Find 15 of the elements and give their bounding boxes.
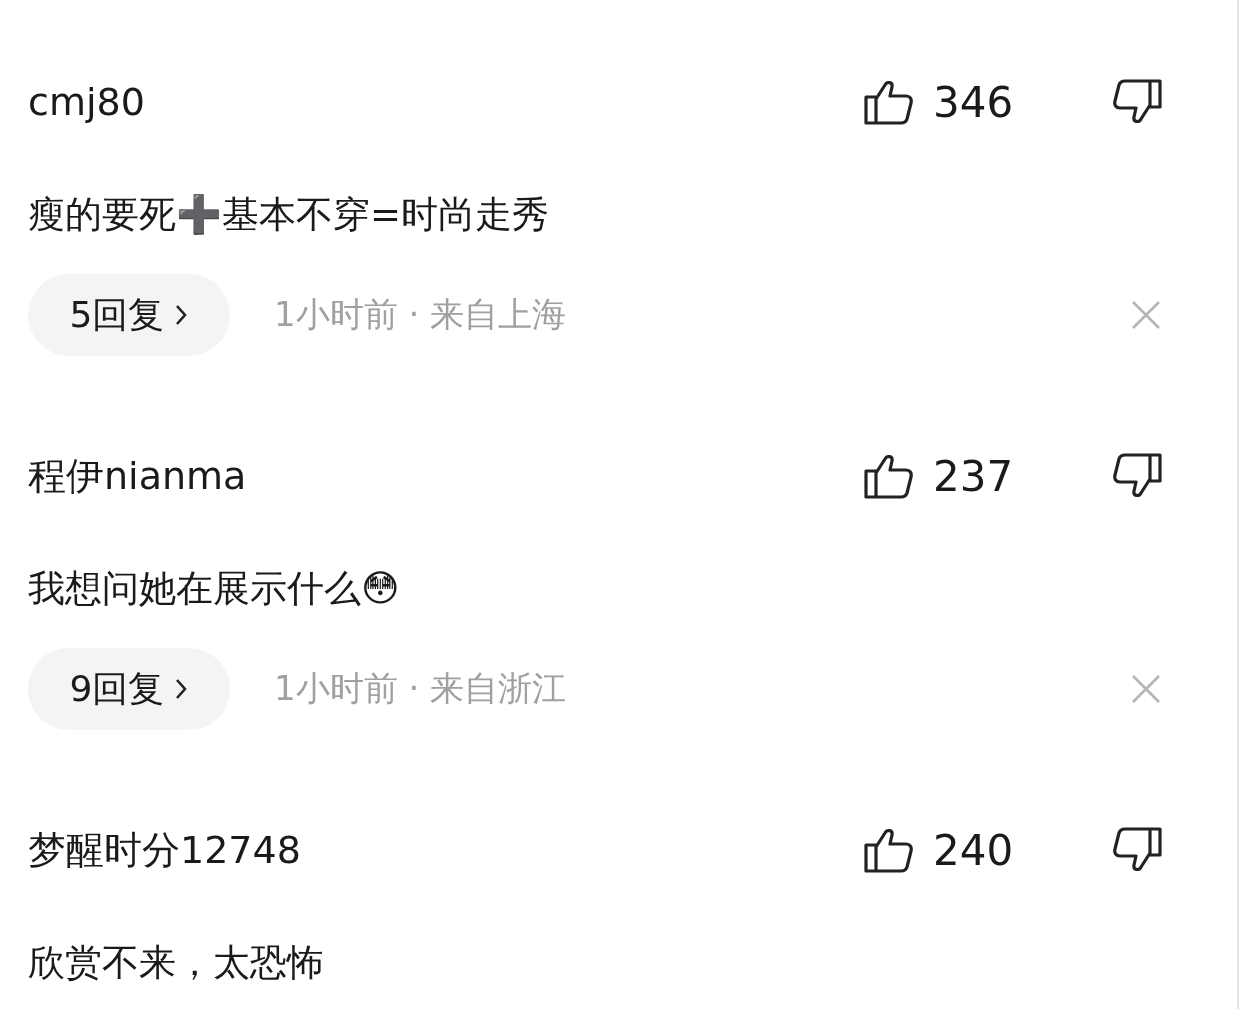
comment-meta: 1小时前 · 来自浙江 [274, 667, 568, 710]
chevron-right-icon [174, 677, 189, 701]
replies-button[interactable]: 9回复 [28, 648, 230, 730]
comment-text: 我想问她在展示什么😳 [28, 566, 401, 612]
like-count: 346 [933, 77, 1015, 127]
replies-button[interactable]: 5回复 [28, 274, 230, 356]
comment-meta: 1小时前 · 来自上海 [274, 293, 568, 336]
username[interactable]: 梦醒时分12748 [28, 824, 301, 876]
like-count: 237 [933, 451, 1015, 501]
comment-text: 瘦的要死➕基本不穿=时尚走秀 [28, 192, 550, 238]
like-count: 240 [933, 825, 1015, 875]
username[interactable]: 程伊nianma [28, 450, 247, 502]
comment-text: 欣赏不来，太恐怖 [28, 940, 325, 986]
chevron-right-icon [174, 303, 189, 327]
username[interactable]: cmj80 [28, 80, 145, 124]
